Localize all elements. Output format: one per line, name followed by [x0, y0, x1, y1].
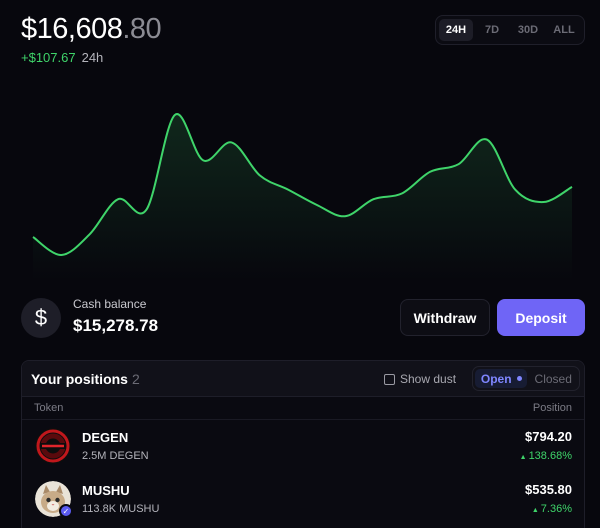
positions-title-text: Your positions — [31, 371, 128, 387]
column-position: Position — [532, 402, 572, 414]
token-name: MUSHU — [82, 483, 130, 498]
position-value: $794.20 — [525, 429, 572, 444]
balance-main: $16,608 — [21, 13, 123, 45]
token-name: DEGEN — [82, 430, 129, 445]
dollar-icon: $ — [21, 298, 61, 338]
positions-header: Your positions 2 Show dust Open Closed — [22, 361, 584, 397]
positions-column-headers: Token Position — [22, 397, 584, 420]
show-dust-toggle[interactable]: Show dust — [384, 372, 456, 386]
position-value: $535.80 — [525, 482, 572, 497]
position-change-value: 138.68% — [528, 450, 572, 462]
position-change: ▲ 7.36% — [532, 503, 572, 515]
position-row-degen[interactable]: DEGEN 2.5M DEGEN $794.20 ▲ 138.68% — [22, 420, 584, 473]
token-amount: 113.8K MUSHU — [82, 503, 160, 515]
open-indicator-dot — [516, 376, 522, 381]
balance-cents: .80 — [122, 13, 162, 45]
degen-logo-icon — [35, 428, 71, 464]
change-period: 24h — [81, 50, 104, 65]
tab-30d[interactable]: 30D — [511, 19, 545, 41]
positions-count: 2 — [131, 371, 140, 387]
column-token: Token — [34, 402, 64, 414]
tab-closed[interactable]: Closed — [529, 369, 577, 388]
withdraw-button[interactable]: Withdraw — [400, 299, 490, 336]
tab-7d[interactable]: 7D — [475, 19, 509, 41]
positions-title: Your positions 2 — [31, 371, 140, 387]
position-change-value: 7.36% — [540, 503, 572, 515]
portfolio-balance: $16,608.80 — [21, 11, 162, 47]
verified-badge-icon: ✓ — [59, 504, 73, 518]
cash-balance-label: Cash balance — [73, 297, 147, 311]
show-dust-checkbox[interactable] — [384, 373, 395, 385]
position-change: ▲ 138.68% — [520, 450, 572, 462]
tab-all[interactable]: ALL — [547, 19, 581, 41]
tab-open-label: Open — [480, 371, 512, 386]
cash-balance-value: $15,278.78 — [73, 316, 159, 335]
tab-24h[interactable]: 24H — [439, 19, 473, 41]
token-amount: 2.5M DEGEN — [82, 450, 149, 462]
positions-panel: Your positions 2 Show dust Open Closed To… — [21, 360, 585, 528]
tab-open[interactable]: Open — [475, 369, 528, 388]
up-triangle-icon: ▲ — [519, 454, 527, 461]
deposit-button[interactable]: Deposit — [497, 299, 585, 336]
show-dust-label: Show dust — [400, 372, 457, 386]
up-triangle-icon: ▲ — [531, 507, 539, 514]
portfolio-value-chart[interactable] — [0, 80, 600, 280]
balance-change: +$107.67 24h — [21, 50, 103, 66]
position-row-mushu[interactable]: ✓ MUSHU 113.8K MUSHU $535.80 ▲ 7.36% — [22, 473, 584, 526]
open-closed-toggle: Open Closed — [472, 366, 580, 391]
change-value: +$107.67 — [21, 50, 76, 65]
time-range-selector: 24H 7D 30D ALL — [435, 15, 585, 45]
